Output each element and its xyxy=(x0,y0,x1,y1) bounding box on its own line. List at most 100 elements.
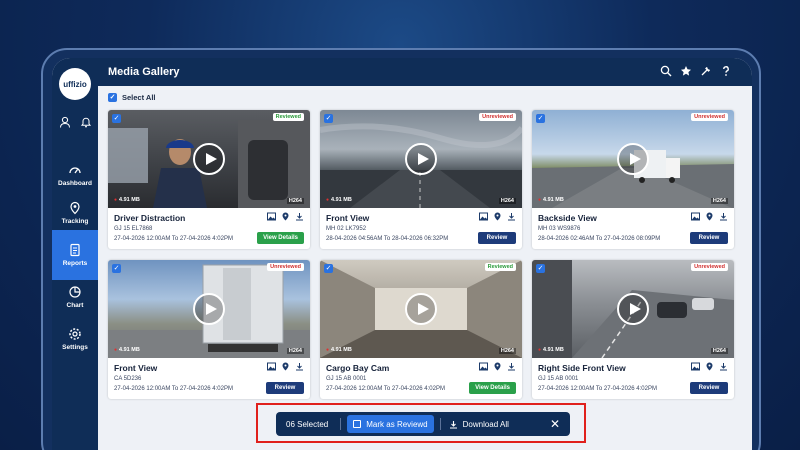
location-pin-icon[interactable] xyxy=(705,362,714,371)
selected-count: 06 Selected xyxy=(286,419,329,429)
location-pin-icon xyxy=(70,201,80,215)
download-icon[interactable] xyxy=(719,362,728,371)
checkbox-icon xyxy=(353,420,362,428)
logo: uffizio xyxy=(59,68,91,100)
play-icon[interactable] xyxy=(193,293,225,325)
play-icon[interactable] xyxy=(193,143,225,175)
codec-label: H264 xyxy=(286,198,304,204)
card-title: Front View xyxy=(326,213,370,223)
select-all[interactable]: ✓ Select All xyxy=(108,93,156,102)
location-pin-icon[interactable] xyxy=(281,212,290,221)
app-header: Media Gallery xyxy=(98,58,752,86)
card-title: Backside View xyxy=(538,213,597,223)
view-details-button[interactable]: View Details xyxy=(257,232,304,244)
file-size: 4.91 MB xyxy=(538,197,564,203)
help-icon[interactable] xyxy=(720,65,732,77)
video-thumbnail[interactable]: ✓ Unreviewed 4.91 MB H264 xyxy=(532,260,734,358)
sidebar-item-label: Reports xyxy=(62,260,88,267)
status-badge: Unreviewed xyxy=(691,113,728,121)
close-icon[interactable]: ✕ xyxy=(550,417,560,431)
view-details-button[interactable]: View Details xyxy=(469,382,516,394)
media-card[interactable]: ✓ Unreviewed 4.91 MB H264 Front View CA … xyxy=(108,260,310,399)
speedometer-icon xyxy=(69,167,81,174)
card-checkbox[interactable]: ✓ xyxy=(536,114,545,123)
date-range: 27-04-2026 12:00AM To 27-04-2026 4:02PM xyxy=(114,386,233,392)
media-card[interactable]: ✓ Unreviewed 4.91 MB H264 Backside View … xyxy=(532,110,734,249)
status-badge: Reviewed xyxy=(484,263,516,271)
image-icon[interactable] xyxy=(479,362,488,371)
play-icon[interactable] xyxy=(617,293,649,325)
select-all-checkbox[interactable]: ✓ xyxy=(108,93,117,102)
search-icon[interactable] xyxy=(660,65,672,77)
play-icon[interactable] xyxy=(405,143,437,175)
download-icon[interactable] xyxy=(295,362,304,371)
download-icon[interactable] xyxy=(507,362,516,371)
media-card[interactable]: ✓ Unreviewed 4.91 MB H264 Front View MH … xyxy=(320,110,522,249)
divider xyxy=(439,418,441,430)
review-button[interactable]: Review xyxy=(478,232,516,244)
media-card[interactable]: ✓ Reviewed 4.91 MB H264 Cargo Bay Cam GJ… xyxy=(320,260,522,399)
image-icon[interactable] xyxy=(267,212,276,221)
review-button[interactable]: Review xyxy=(690,232,728,244)
play-icon[interactable] xyxy=(617,143,649,175)
video-thumbnail[interactable]: ✓ Unreviewed 4.91 MB H264 xyxy=(320,110,522,208)
tools-icon[interactable] xyxy=(700,65,712,77)
location-pin-icon[interactable] xyxy=(493,212,502,221)
download-icon[interactable] xyxy=(507,212,516,221)
location-pin-icon[interactable] xyxy=(281,362,290,371)
video-thumbnail[interactable]: ✓ Reviewed 4.91 MB H264 xyxy=(320,260,522,358)
video-thumbnail[interactable]: ✓ Reviewed 4.91 MB H264 xyxy=(108,110,310,208)
play-icon[interactable] xyxy=(405,293,437,325)
sidebar-item-settings[interactable]: Settings xyxy=(52,314,98,364)
gear-icon xyxy=(69,328,81,340)
user-icon[interactable] xyxy=(59,116,71,128)
card-checkbox[interactable]: ✓ xyxy=(324,264,333,273)
card-title: Right Side Front View xyxy=(538,363,626,373)
download-icon[interactable] xyxy=(295,212,304,221)
review-button[interactable]: Review xyxy=(266,382,304,394)
sidebar: uffizio Dashboard Tracking Reports Chart… xyxy=(52,58,98,450)
card-checkbox[interactable]: ✓ xyxy=(112,264,121,273)
vehicle-plate: MH 02 LK7952 xyxy=(326,226,367,232)
review-button[interactable]: Review xyxy=(690,382,728,394)
location-pin-icon[interactable] xyxy=(705,212,714,221)
media-card[interactable]: ✓ Unreviewed 4.91 MB H264 Right Side Fro… xyxy=(532,260,734,399)
image-icon[interactable] xyxy=(479,212,488,221)
star-icon[interactable] xyxy=(680,65,692,77)
card-checkbox[interactable]: ✓ xyxy=(536,264,545,273)
card-title: Driver Distraction xyxy=(114,213,186,223)
card-title: Front View xyxy=(114,363,158,373)
video-thumbnail[interactable]: ✓ Unreviewed 4.91 MB H264 xyxy=(532,110,734,208)
download-icon[interactable] xyxy=(719,212,728,221)
codec-label: H264 xyxy=(710,198,728,204)
sidebar-item-label: Settings xyxy=(62,344,88,351)
card-title: Cargo Bay Cam xyxy=(326,363,390,373)
image-icon[interactable] xyxy=(691,212,700,221)
mark-as-reviewed-button[interactable]: Mark as Reviewd xyxy=(347,415,434,433)
file-size: 4.91 MB xyxy=(538,347,564,353)
vehicle-plate: GJ 15 EL7868 xyxy=(114,226,153,232)
image-icon[interactable] xyxy=(691,362,700,371)
page-title: Media Gallery xyxy=(108,66,180,78)
image-icon[interactable] xyxy=(267,362,276,371)
card-checkbox[interactable]: ✓ xyxy=(324,114,333,123)
file-size: 4.91 MB xyxy=(114,347,140,353)
video-thumbnail[interactable]: ✓ Unreviewed 4.91 MB H264 xyxy=(108,260,310,358)
file-size: 4.91 MB xyxy=(326,197,352,203)
card-checkbox[interactable]: ✓ xyxy=(112,114,121,123)
location-pin-icon[interactable] xyxy=(493,362,502,371)
sidebar-item-label: Dashboard xyxy=(58,180,92,187)
media-card[interactable]: ✓ Reviewed 4.91 MB H264 Driver Distracti… xyxy=(108,110,310,249)
bell-icon[interactable] xyxy=(80,116,92,128)
status-badge: Unreviewed xyxy=(479,113,516,121)
divider xyxy=(340,418,342,430)
vehicle-plate: CA 5D236 xyxy=(114,376,142,382)
pie-chart-icon xyxy=(69,286,81,298)
vehicle-plate: MH 03 WS9876 xyxy=(538,226,581,232)
download-all-button[interactable]: Download All xyxy=(449,420,509,429)
status-badge: Reviewed xyxy=(272,113,304,121)
codec-label: H264 xyxy=(710,348,728,354)
download-icon xyxy=(449,420,457,429)
date-range: 28-04-2026 02:46AM To 27-04-2026 08:09PM xyxy=(538,236,661,242)
codec-label: H264 xyxy=(498,348,516,354)
